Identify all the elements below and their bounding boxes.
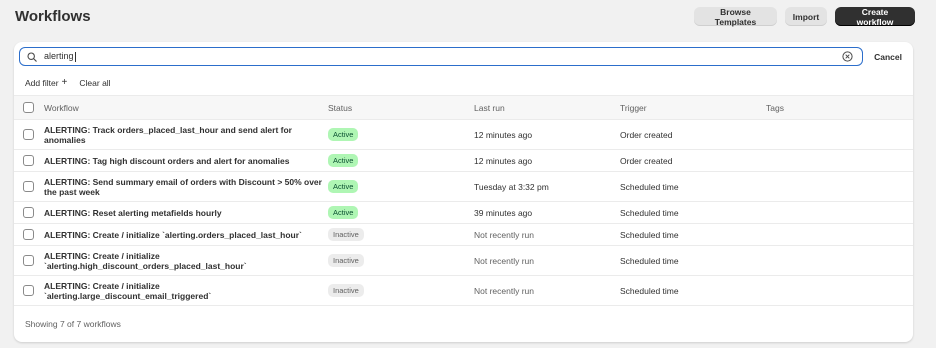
status-cell: Inactive	[328, 224, 364, 245]
row-checkbox[interactable]	[23, 207, 34, 218]
status-badge: Active	[328, 180, 359, 193]
status-badge: Active	[328, 206, 359, 219]
trigger-cell: Scheduled time	[620, 181, 679, 192]
table-header: Workflow Status Last run Trigger Tags	[14, 95, 913, 120]
trigger-cell: Order created	[620, 129, 673, 140]
header-actions: Browse Templates Import Create workflow	[694, 7, 915, 27]
column-header-trigger: Trigger	[620, 103, 647, 113]
column-header-tags: Tags	[766, 103, 784, 113]
filter-row: Add filter + Clear all	[25, 77, 111, 89]
table-row[interactable]: ALERTING: Track orders_placed_last_hour …	[14, 120, 913, 150]
search-input-value: alerting	[44, 51, 76, 62]
add-filter-button[interactable]: Add filter +	[25, 77, 68, 89]
status-badge: Inactive	[328, 284, 364, 297]
workflow-name-link[interactable]: ALERTING: Create / initialize `alerting.…	[44, 276, 324, 305]
workflow-name-link[interactable]: ALERTING: Send summary email of orders w…	[44, 172, 324, 201]
table-row[interactable]: ALERTING: Tag high discount orders and a…	[14, 150, 913, 172]
table-row[interactable]: ALERTING: Create / initialize `alerting.…	[14, 276, 913, 306]
table-row[interactable]: ALERTING: Create / initialize `alerting.…	[14, 224, 913, 246]
workflow-name-link[interactable]: ALERTING: Create / initialize `alerting.…	[44, 246, 324, 275]
trigger-cell: Scheduled time	[620, 207, 679, 218]
workflows-table: Workflow Status Last run Trigger Tags AL…	[14, 95, 913, 306]
select-all-checkbox[interactable]	[23, 102, 34, 113]
status-cell: Active	[328, 172, 359, 201]
column-header-status: Status	[328, 103, 353, 113]
page-title: Workflows	[15, 8, 91, 25]
cancel-search-button[interactable]: Cancel	[874, 47, 902, 66]
row-checkbox[interactable]	[23, 285, 34, 296]
trigger-cell: Order created	[620, 155, 673, 166]
plus-icon: +	[61, 77, 68, 88]
table-row[interactable]: ALERTING: Reset alerting metafields hour…	[14, 202, 913, 224]
search-icon	[27, 51, 41, 62]
table-row[interactable]: ALERTING: Create / initialize `alerting.…	[14, 246, 913, 276]
column-header-workflow[interactable]: Workflow	[44, 96, 79, 120]
workflow-name-link[interactable]: ALERTING: Tag high discount orders and a…	[44, 150, 324, 171]
last-run-cell: Not recently run	[474, 229, 534, 240]
browse-templates-button[interactable]: Browse Templates	[694, 7, 777, 27]
clear-search-icon[interactable]	[841, 51, 853, 63]
last-run-cell: 12 minutes ago	[474, 129, 533, 140]
last-run-cell: Not recently run	[474, 255, 534, 266]
workflow-name-link[interactable]: ALERTING: Track orders_placed_last_hour …	[44, 120, 324, 149]
status-badge: Active	[328, 154, 359, 167]
search-input[interactable]: alerting	[19, 47, 863, 66]
status-cell: Inactive	[328, 276, 364, 305]
trigger-cell: Scheduled time	[620, 285, 679, 296]
import-button[interactable]: Import	[785, 7, 827, 26]
row-checkbox[interactable]	[23, 155, 34, 166]
column-header-last-run[interactable]: Last run	[474, 96, 505, 120]
workflow-name-link[interactable]: ALERTING: Reset alerting metafields hour…	[44, 202, 324, 223]
status-cell: Active	[328, 150, 359, 171]
row-checkbox[interactable]	[23, 129, 34, 140]
last-run-cell: Tuesday at 3:32 pm	[474, 181, 549, 192]
add-filter-label: Add filter	[25, 78, 59, 88]
row-checkbox[interactable]	[23, 255, 34, 266]
table-row[interactable]: ALERTING: Send summary email of orders w…	[14, 172, 913, 202]
status-cell: Active	[328, 120, 359, 149]
trigger-cell: Scheduled time	[620, 255, 679, 266]
row-checkbox[interactable]	[23, 181, 34, 192]
status-badge: Inactive	[328, 254, 364, 267]
table-body: ALERTING: Track orders_placed_last_hour …	[14, 120, 913, 306]
status-badge: Inactive	[328, 228, 364, 241]
last-run-cell: 39 minutes ago	[474, 207, 533, 218]
workflows-card: alerting Cancel Add filter + Clear all W…	[14, 42, 913, 342]
clear-all-button[interactable]: Clear all	[79, 78, 110, 88]
results-summary: Showing 7 of 7 workflows	[25, 319, 121, 329]
search-row: alerting Cancel	[19, 47, 908, 66]
create-workflow-button[interactable]: Create workflow	[835, 7, 915, 27]
status-cell: Active	[328, 202, 359, 223]
last-run-cell: Not recently run	[474, 285, 534, 296]
status-cell: Inactive	[328, 246, 364, 275]
row-checkbox[interactable]	[23, 229, 34, 240]
trigger-cell: Scheduled time	[620, 229, 679, 240]
last-run-cell: 12 minutes ago	[474, 155, 533, 166]
status-badge: Active	[328, 128, 359, 141]
workflow-name-link[interactable]: ALERTING: Create / initialize `alerting.…	[44, 224, 324, 245]
